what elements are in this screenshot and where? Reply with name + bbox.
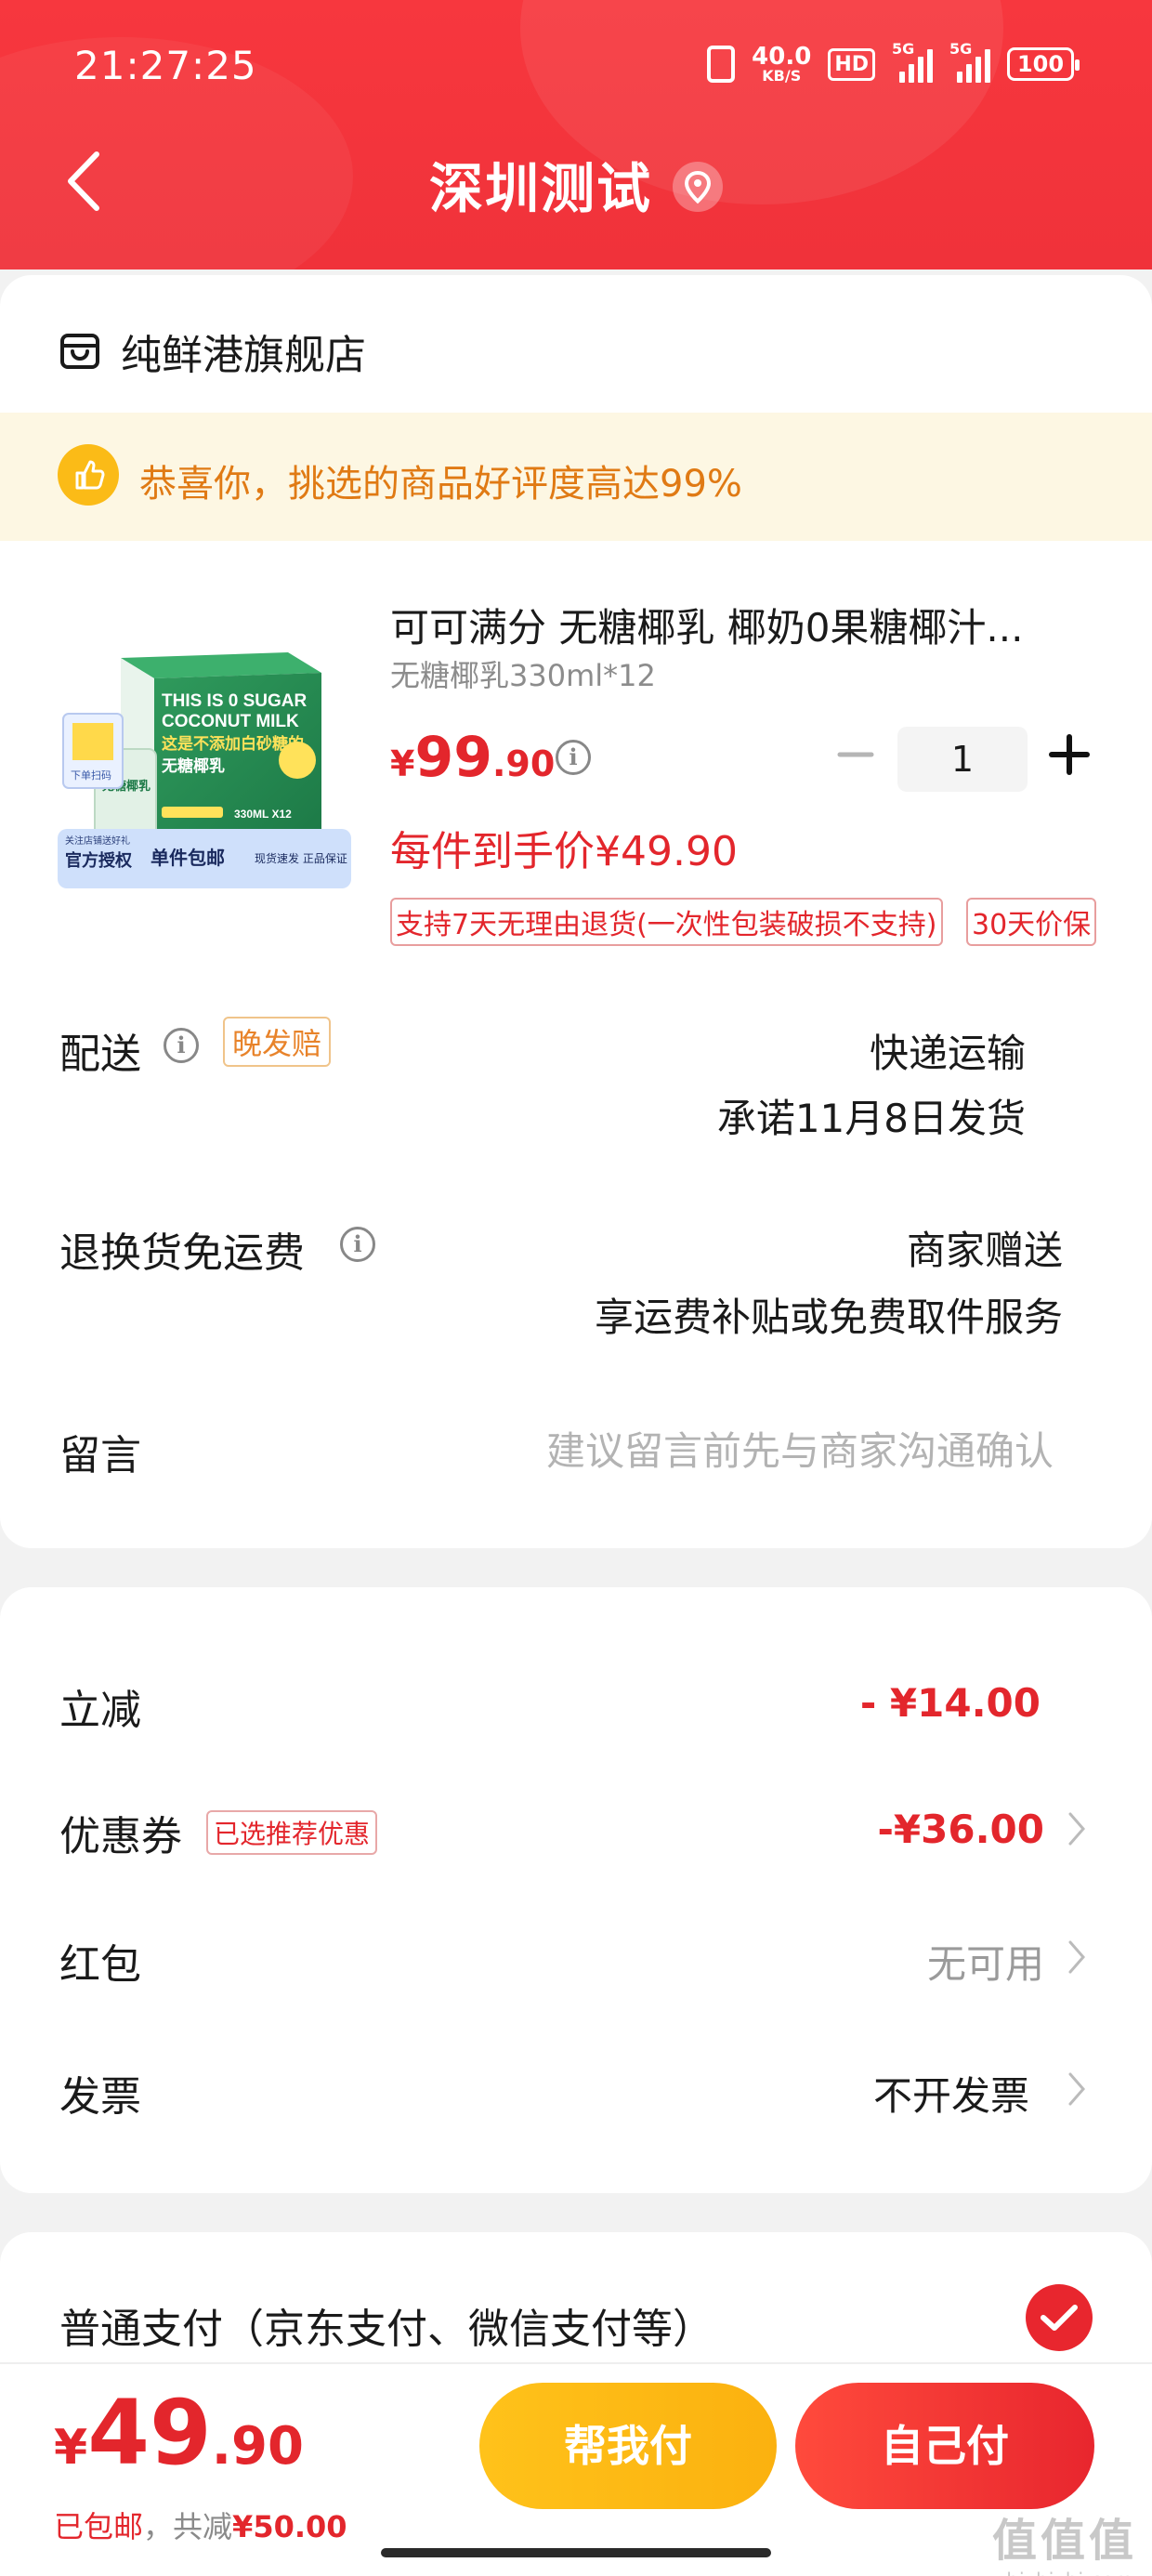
box-text-4: 无糖椰乳: [161, 756, 225, 776]
praise-text: 恭喜你，挑选的商品好评度高达99%: [139, 463, 742, 506]
watermark-url: zhizhizhi.com: [992, 2569, 1137, 2576]
message-label: 留言: [59, 1432, 141, 1479]
chevron-right-icon[interactable]: [1067, 1810, 1087, 1847]
self-pay-button[interactable]: 自己付: [795, 2383, 1094, 2509]
plus-icon: [1049, 734, 1090, 775]
total-price-integer: 49: [87, 2381, 212, 2485]
hd-icon: HD: [828, 47, 875, 81]
status-icons: 40.0 KB/S HD 5G 5G 100: [707, 40, 1080, 84]
separator: ，: [143, 2509, 174, 2544]
chevron-right-icon[interactable]: [1067, 1939, 1087, 1976]
product-image[interactable]: THIS IS 0 SUGAR COCONUT MILK 这是不添加白砂糖的 无…: [58, 647, 351, 888]
signal-icon: 5G: [892, 40, 933, 83]
invoice-value[interactable]: 不开发票: [873, 2065, 1029, 2122]
message-input[interactable]: 建议留言前先与商家沟通确认: [546, 1420, 1054, 1477]
minus-icon: [837, 752, 874, 757]
instant-discount-value: - ¥14.00: [859, 1680, 1041, 1726]
saved-value: ¥50.00: [232, 2509, 347, 2544]
chevron-right-icon[interactable]: [1067, 2070, 1087, 2108]
corner-label: 关注店铺送好礼: [65, 835, 130, 847]
address-title[interactable]: 深圳测试: [0, 145, 1152, 223]
quantity-increase-button[interactable]: [1046, 727, 1093, 782]
late-ship-tag[interactable]: 晚发赔: [223, 1017, 332, 1067]
delivery-info-icon[interactable]: i: [164, 1028, 199, 1063]
status-time: 21:27:25: [74, 43, 257, 88]
discount-card: 立减 - ¥14.00 优惠券 已选推荐优惠 -¥36.00 红包 无可用 发票…: [0, 1587, 1152, 2193]
signal-label: 5G: [949, 40, 973, 58]
red-packet-value[interactable]: 无可用: [927, 1933, 1044, 1990]
coupon-recommend-tag: 已选推荐优惠: [206, 1810, 378, 1855]
quantity-input[interactable]: 1: [897, 727, 1028, 792]
price-protect-tag: 30天价保: [966, 898, 1097, 946]
box-text-2: COCONUT MILK: [162, 712, 299, 731]
watermark: 值值值 zhizhizhi.com: [992, 2504, 1137, 2576]
payment-method-label[interactable]: 普通支付（京东支付、微信支付等）: [59, 2295, 713, 2355]
red-packet-label: 红包: [59, 1941, 141, 1989]
vibrate-icon: [707, 46, 736, 83]
return-shipping-info-icon[interactable]: i: [340, 1227, 375, 1262]
help-pay-button[interactable]: 帮我付: [479, 2383, 777, 2509]
store-row[interactable]: 纯鲜港旗舰店: [59, 322, 366, 381]
total-price-symbol: ¥: [54, 2420, 88, 2476]
product-spec[interactable]: 无糖椰乳330ml*12: [390, 652, 656, 695]
delivery-promise[interactable]: 承诺11月8日发货: [717, 1087, 1026, 1144]
coupon-value[interactable]: -¥36.00: [877, 1807, 1044, 1852]
header: 21:27:25 40.0 KB/S HD 5G 5G 100 深圳测试: [0, 0, 1152, 269]
saved-label: 共减: [173, 2509, 233, 2544]
price-decimal: .90: [491, 743, 556, 784]
badge-fast: 现货速发 正品保证: [255, 851, 347, 865]
total-summary: 已包邮，共减¥50.00: [54, 2504, 347, 2546]
location-pin-icon: [673, 161, 723, 212]
instant-discount-label: 立减: [59, 1687, 141, 1734]
shipping-free-text: 已包邮: [54, 2509, 144, 2544]
return-shipping-desc: 享运费补贴或免费取件服务: [594, 1295, 1063, 1340]
price-integer: 99: [414, 725, 492, 790]
network-speed-value: 40.0: [752, 43, 812, 71]
coupon-label: 优惠券: [59, 1813, 182, 1860]
product-title[interactable]: 可可满分 无糖椰乳 椰奶0果糖椰汁...: [390, 597, 1078, 653]
network-speed-unit: KB/S: [762, 67, 802, 85]
return-shipping-label: 退换货免运费: [59, 1229, 305, 1277]
page-title: 深圳测试: [428, 157, 652, 220]
total-price-decimal: .90: [211, 2416, 304, 2477]
final-unit-price: 每件到手价¥49.90: [390, 828, 738, 875]
badge-official: 官方授权: [65, 850, 133, 871]
return-shipping-value: 商家赠送: [906, 1228, 1063, 1273]
signal-label: 5G: [892, 40, 915, 58]
signal-icon: 5G: [949, 40, 990, 83]
check-icon[interactable]: [1026, 2284, 1093, 2351]
store-name: 纯鲜港旗舰店: [121, 332, 366, 379]
delivery-method[interactable]: 快递运输: [870, 1022, 1026, 1079]
thumbs-up-icon: [58, 444, 119, 506]
store-icon: [60, 334, 99, 369]
badge-free-ship: 单件包邮: [151, 847, 225, 869]
box-volume: 330ML X12: [234, 808, 292, 821]
qr-label: 下单扫码: [71, 769, 111, 782]
total-price: ¥49.90: [54, 2381, 304, 2485]
praise-banner: 恭喜你，挑选的商品好评度高达99%: [0, 413, 1152, 541]
price-info-icon[interactable]: i: [556, 740, 591, 775]
product-price: ¥99.90: [390, 725, 555, 790]
return-policy-tag: 支持7天无理由退货(一次性包装破损不支持): [390, 898, 943, 946]
network-speed: 40.0 KB/S: [752, 45, 811, 84]
quantity-decrease-button[interactable]: [832, 727, 879, 782]
checkout-bar: ¥49.90 已包邮，共减¥50.00 帮我付 自己付 值值值 zhizhizh…: [0, 2362, 1152, 2576]
order-card: 纯鲜港旗舰店 恭喜你，挑选的商品好评度高达99% THIS IS 0 SUGAR…: [0, 275, 1152, 1548]
battery-icon: 100: [1007, 47, 1080, 81]
price-symbol: ¥: [390, 743, 415, 784]
delivery-label: 配送: [59, 1031, 141, 1078]
box-text-1: THIS IS 0 SUGAR: [162, 691, 308, 711]
status-bar: 21:27:25 40.0 KB/S HD 5G 5G 100: [0, 37, 1152, 102]
watermark-text: 值值值: [991, 2515, 1137, 2567]
invoice-label: 发票: [59, 2073, 141, 2121]
home-indicator[interactable]: [381, 2548, 771, 2557]
